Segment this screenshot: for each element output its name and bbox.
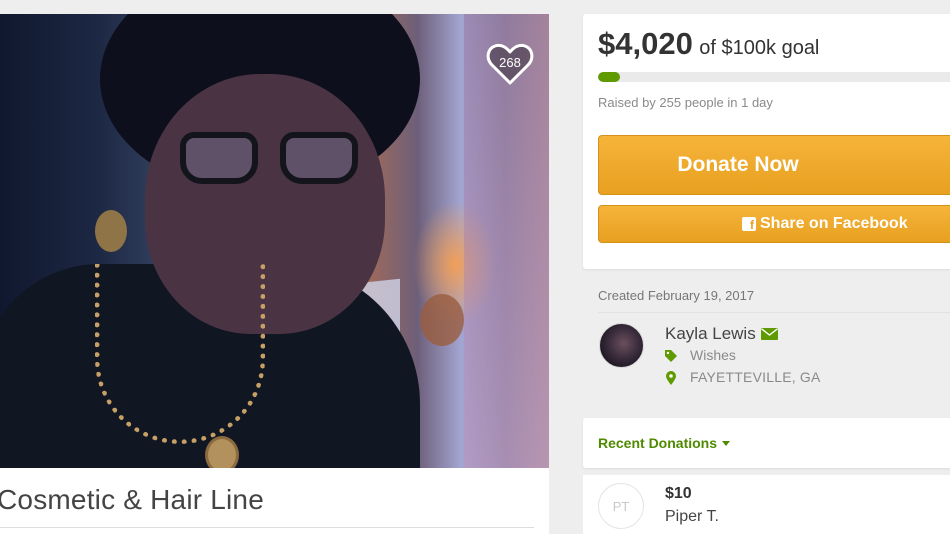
donate-card: $4,020 of $100k goal Raised by 255 peopl… <box>583 14 950 269</box>
donor-name: Piper T. <box>665 508 719 525</box>
heart-button[interactable]: 268 <box>486 41 534 87</box>
tag-icon <box>665 350 677 362</box>
goal-text: of $100k goal <box>699 37 820 59</box>
recent-donations-label[interactable]: Recent Donations <box>598 435 717 451</box>
heart-count: 268 <box>499 54 521 70</box>
chevron-down-icon[interactable] <box>722 441 730 446</box>
recent-donations-header[interactable]: Recent Donations <box>583 418 950 468</box>
share-facebook-button[interactable]: f Share on Facebook <box>598 205 950 243</box>
map-pin-icon <box>666 371 676 385</box>
organizer-avatar[interactable] <box>599 323 644 368</box>
campaign-photo <box>0 14 549 468</box>
campaign-title: Cosmetic & Hair Line <box>0 484 264 515</box>
envelope-icon[interactable] <box>761 328 778 340</box>
organizer-section: Created February 19, 2017 Kayla Lewis Wi… <box>583 286 950 401</box>
amount-raised: $4,020 <box>598 26 693 61</box>
campaign-card: 268 Cosmetic & Hair Line <box>0 14 549 534</box>
donor-avatar: PT <box>598 483 644 529</box>
facebook-icon: f <box>742 217 756 231</box>
raised-by-text: Raised by 255 people in 1 day <box>598 95 773 110</box>
donation-amount: $10 <box>665 485 692 502</box>
share-label: Share on Facebook <box>760 215 908 232</box>
progress-bar <box>598 72 950 82</box>
progress-fill <box>598 72 620 82</box>
raised-line: $4,020 of $100k goal <box>598 26 819 62</box>
title-divider <box>0 527 534 528</box>
category-label[interactable]: Wishes <box>690 347 736 363</box>
organizer-name[interactable]: Kayla Lewis <box>665 324 756 344</box>
donate-now-button[interactable]: Donate Now <box>598 135 950 195</box>
meta-divider <box>598 312 950 313</box>
created-date: Created February 19, 2017 <box>598 288 755 303</box>
location-label: FAYETTEVILLE, GA <box>690 369 821 385</box>
donation-list-item: PT $10 Piper T. <box>583 475 950 534</box>
